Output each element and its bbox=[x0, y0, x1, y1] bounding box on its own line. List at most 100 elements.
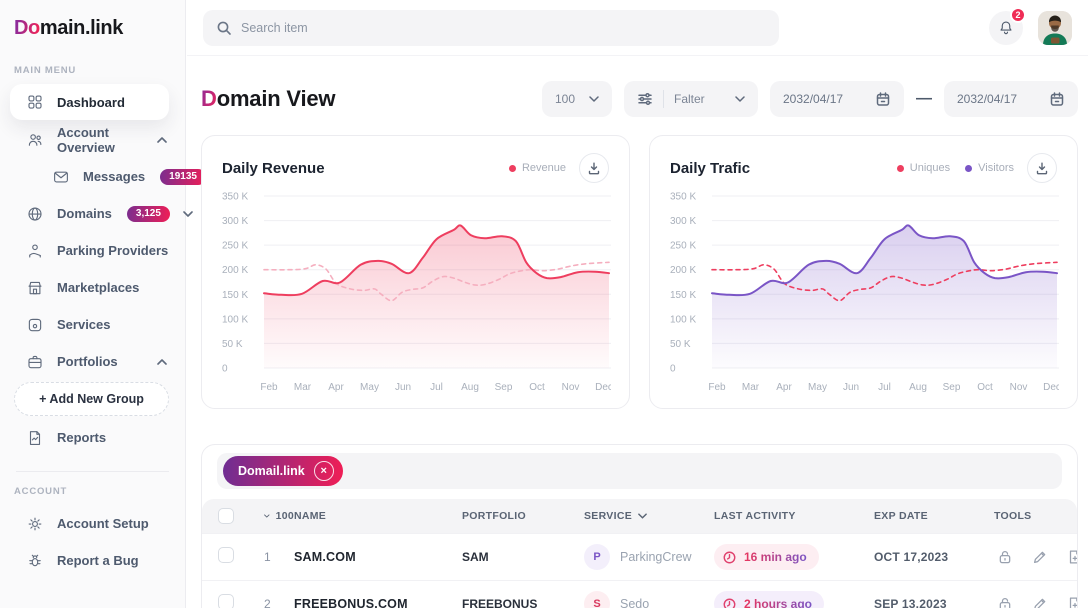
sidebar-item-label: Dashboard bbox=[57, 95, 125, 110]
topbar: 2 bbox=[187, 0, 1088, 56]
storefront-icon bbox=[26, 279, 44, 297]
sidebar-item-portfolios[interactable]: Portfolios bbox=[0, 343, 185, 380]
sidebar-item-parking-providers[interactable]: Parking Providers bbox=[0, 232, 185, 269]
legend-item[interactable]: Revenue bbox=[509, 162, 566, 174]
svg-text:Feb: Feb bbox=[260, 382, 278, 393]
svg-text:Dec: Dec bbox=[595, 382, 611, 393]
download-button[interactable] bbox=[579, 153, 609, 183]
service-initial-badge: P bbox=[584, 544, 610, 570]
close-icon[interactable]: × bbox=[314, 461, 334, 481]
page-controls: 100 Falter 2032/04/17 — 2032/04/17 bbox=[542, 81, 1078, 117]
sidebar-item-label: Messages bbox=[83, 169, 145, 184]
lock-icon[interactable] bbox=[994, 593, 1016, 608]
svg-text:0: 0 bbox=[670, 364, 676, 375]
legend-label: Visitors bbox=[978, 162, 1014, 174]
divider bbox=[663, 90, 664, 108]
calendar-icon bbox=[875, 91, 891, 107]
legend-label: Uniques bbox=[910, 162, 950, 174]
header-cell-tools: TOOLS bbox=[994, 510, 1077, 522]
lock-icon[interactable] bbox=[994, 546, 1016, 568]
last-activity-cell: 2 hours ago bbox=[714, 591, 874, 608]
add-new-group-label: + Add New Group bbox=[39, 392, 144, 406]
logo[interactable]: Domain.link bbox=[0, 0, 185, 40]
legend-dot bbox=[897, 165, 904, 172]
page-size-value: 100 bbox=[555, 92, 575, 106]
sidebar-item-report-a-bug[interactable]: Report a Bug bbox=[0, 542, 185, 579]
last-activity-pill: 2 hours ago bbox=[714, 591, 824, 608]
add-note-icon[interactable] bbox=[1064, 546, 1078, 568]
sidebar-item-marketplaces[interactable]: Marketplaces bbox=[0, 269, 185, 306]
notifications-button[interactable]: 2 bbox=[989, 11, 1023, 45]
table-row[interactable]: 2 FREEBONUS.COM FREEBONUS S Sedo 2 hours… bbox=[202, 580, 1077, 608]
service-cell: S Sedo bbox=[584, 591, 714, 608]
chevron-up-icon[interactable] bbox=[157, 137, 167, 143]
page-head: Domain View 100 Falter 2032/04/17 — bbox=[201, 81, 1078, 117]
sidebar-item-account-setup[interactable]: Account Setup bbox=[0, 505, 185, 542]
package-icon bbox=[26, 316, 44, 334]
date-from-picker[interactable]: 2032/04/17 bbox=[770, 81, 904, 117]
sidebar-item-services[interactable]: Services bbox=[0, 306, 185, 343]
svg-text:Sep: Sep bbox=[943, 382, 961, 393]
download-icon bbox=[587, 161, 601, 175]
chevron-up-icon[interactable] bbox=[157, 359, 167, 365]
add-new-group-button[interactable]: + Add New Group bbox=[14, 382, 169, 416]
legend-item[interactable]: Uniques bbox=[897, 162, 950, 174]
sidebar-item-reports[interactable]: Reports bbox=[0, 419, 185, 456]
filter-chip[interactable]: Domail.link × bbox=[223, 456, 343, 486]
dashboard-icon bbox=[26, 93, 44, 111]
sidebar-item-label: Report a Bug bbox=[57, 553, 139, 568]
header-cell-count[interactable]: 100 bbox=[264, 510, 294, 522]
svg-text:Sep: Sep bbox=[495, 382, 513, 393]
service-name: ParkingCrew bbox=[620, 550, 692, 564]
legend-item[interactable]: Visitors bbox=[965, 162, 1014, 174]
header-cell-service[interactable]: SERVICE bbox=[584, 510, 714, 522]
bug-icon bbox=[26, 552, 44, 570]
calendar-icon bbox=[1049, 91, 1065, 107]
table-header: 100 NAME PORTFOLIO SERVICE LAST ACTIVITY… bbox=[202, 499, 1077, 533]
coin-hand-icon bbox=[26, 242, 44, 260]
edit-icon[interactable] bbox=[1029, 593, 1051, 608]
edit-icon[interactable] bbox=[1029, 546, 1051, 568]
exp-date: SEP 13,2023 bbox=[874, 597, 994, 608]
report-document-icon bbox=[26, 429, 44, 447]
svg-text:May: May bbox=[360, 382, 379, 393]
page-size-select[interactable]: 100 bbox=[542, 81, 612, 117]
chart-header: Daily Revenue Revenue bbox=[222, 153, 609, 183]
portfolio-name: SAM bbox=[462, 550, 584, 564]
charts-row: Daily Revenue Revenue 350 K300 K250 K200… bbox=[201, 135, 1078, 409]
download-button[interactable] bbox=[1027, 153, 1057, 183]
svg-text:200 K: 200 K bbox=[222, 265, 248, 276]
svg-text:50 K: 50 K bbox=[670, 339, 691, 350]
svg-text:100 K: 100 K bbox=[670, 314, 696, 325]
table-row[interactable]: 1 SAM.COM SAM P ParkingCrew 16 min ago O… bbox=[202, 533, 1077, 580]
chart-canvas: 350 K300 K250 K200 K150 K100 K50 K0FebMa… bbox=[670, 188, 1059, 394]
add-note-icon[interactable] bbox=[1064, 593, 1078, 608]
row-checkbox[interactable] bbox=[218, 547, 234, 563]
chart-header: Daily Trafic UniquesVisitors bbox=[670, 153, 1057, 183]
chart-legend: Revenue bbox=[509, 162, 566, 174]
header-cell-last-activity: LAST ACTIVITY bbox=[714, 510, 874, 522]
sidebar-item-messages[interactable]: Messages 19135 bbox=[0, 158, 185, 195]
search-icon bbox=[216, 20, 232, 36]
svg-text:300 K: 300 K bbox=[222, 216, 248, 227]
row-checkbox[interactable] bbox=[218, 594, 234, 608]
legend-label: Revenue bbox=[522, 162, 566, 174]
sidebar-item-domains[interactable]: Domains 3,125 bbox=[0, 195, 185, 232]
row-tools bbox=[994, 546, 1078, 568]
svg-text:Oct: Oct bbox=[977, 382, 993, 393]
select-all-checkbox[interactable] bbox=[218, 508, 234, 524]
avatar[interactable] bbox=[1038, 11, 1072, 45]
date-to-picker[interactable]: 2032/04/17 bbox=[944, 81, 1078, 117]
sidebar-item-dashboard[interactable]: Dashboard bbox=[10, 84, 169, 120]
download-icon bbox=[1035, 161, 1049, 175]
daily-revenue-card: Daily Revenue Revenue 350 K300 K250 K200… bbox=[201, 135, 630, 409]
svg-text:200 K: 200 K bbox=[670, 265, 696, 276]
sidebar-item-account-overview[interactable]: Account Overview bbox=[0, 121, 185, 158]
sliders-icon bbox=[637, 91, 653, 107]
sidebar-item-label: Domains bbox=[57, 206, 112, 221]
filter-select[interactable]: Falter bbox=[624, 81, 758, 117]
sidebar-item-label: Account Overview bbox=[57, 125, 144, 155]
search-input[interactable] bbox=[241, 21, 766, 35]
search-bar[interactable] bbox=[203, 10, 779, 46]
last-activity-text: 16 min ago bbox=[744, 550, 807, 564]
